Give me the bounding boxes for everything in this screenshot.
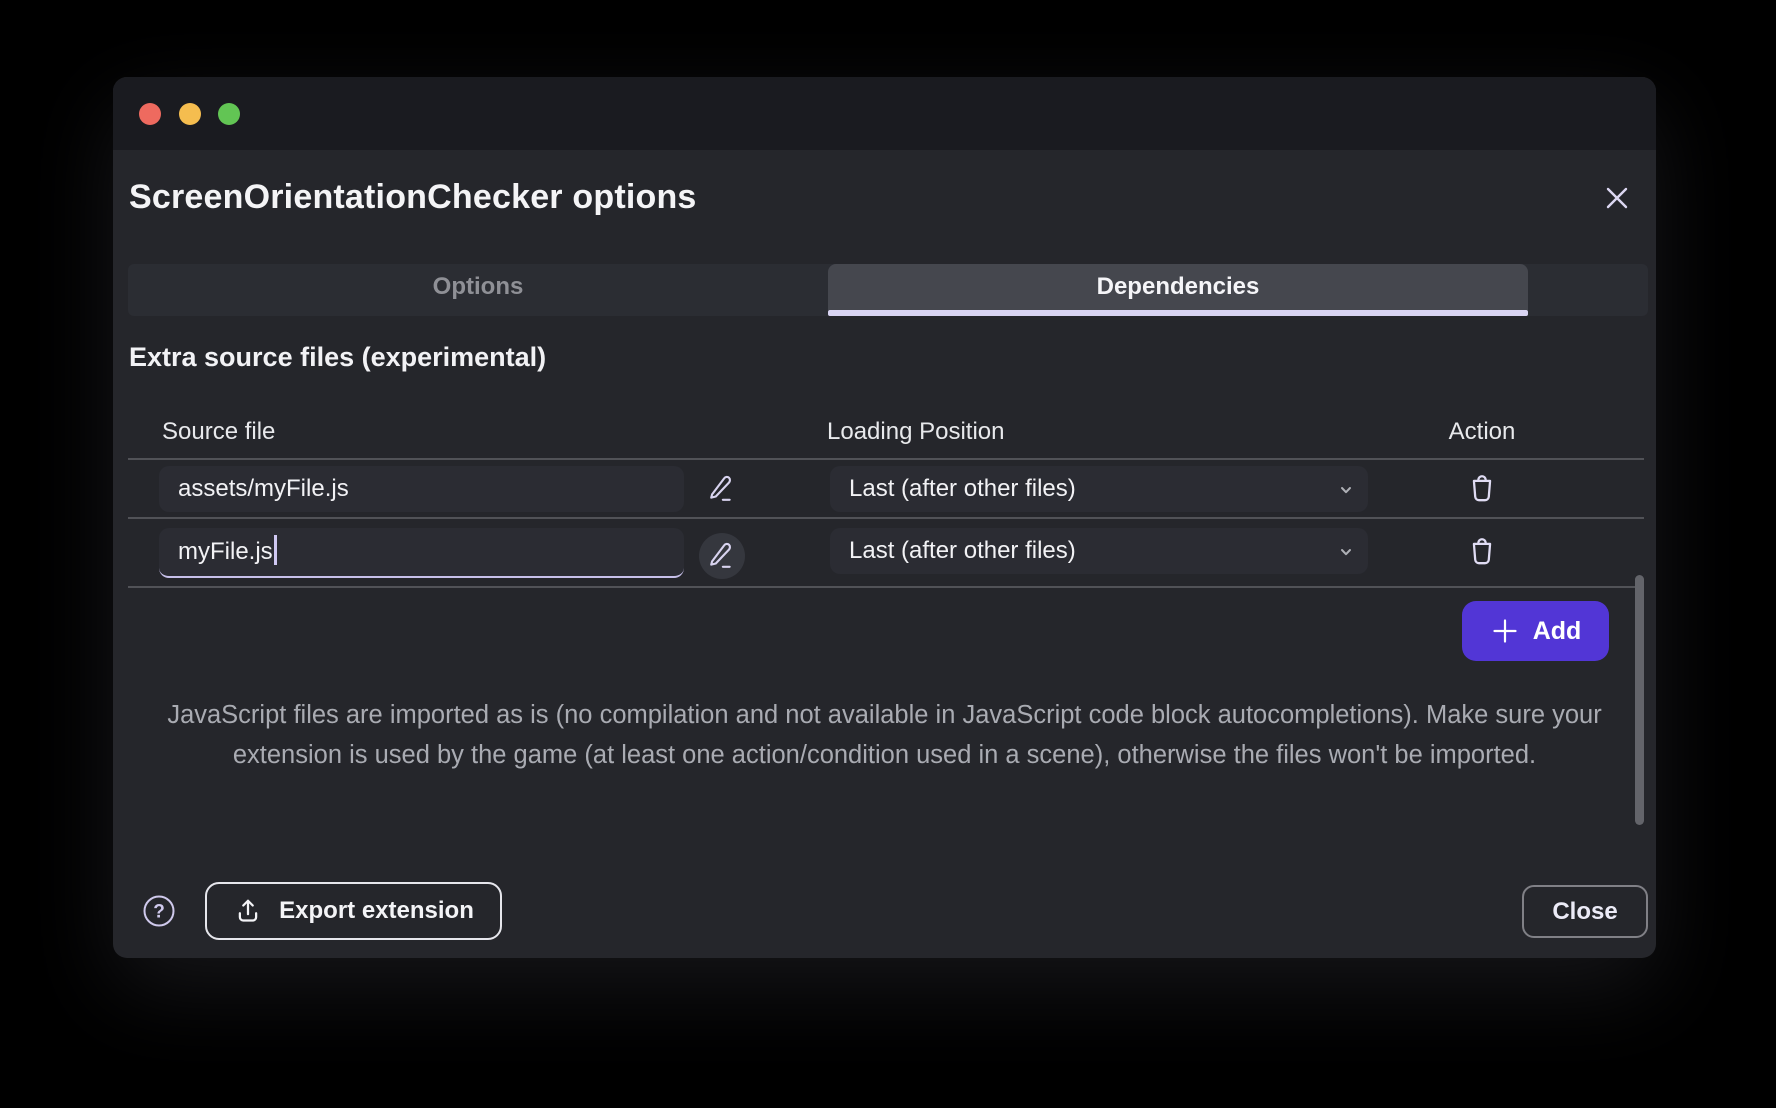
loading-position-value: Last (after other files)	[849, 475, 1076, 502]
trash-icon[interactable]	[1465, 535, 1499, 569]
loading-position-select[interactable]: Last (after other files)	[830, 528, 1368, 574]
table-header-divider	[128, 458, 1644, 460]
dialog-title: ScreenOrientationChecker options	[129, 177, 697, 217]
vertical-scrollbar-thumb[interactable]	[1635, 575, 1644, 825]
tab-options[interactable]: Options	[128, 264, 828, 310]
svg-text:?: ?	[153, 902, 165, 923]
traffic-light-minimize-icon[interactable]	[179, 103, 201, 125]
help-text: JavaScript files are imported as is (no …	[153, 695, 1616, 775]
edit-pencil-icon[interactable]	[699, 533, 745, 579]
column-header-source-file: Source file	[162, 417, 275, 447]
chevron-down-icon	[1336, 542, 1356, 562]
screen: ScreenOrientationChecker options Options…	[0, 0, 1776, 1108]
row-divider	[128, 517, 1644, 519]
row-divider	[128, 586, 1644, 588]
help-circle-icon[interactable]: ?	[142, 894, 176, 928]
traffic-light-close-icon[interactable]	[139, 103, 161, 125]
source-file-value: assets/myFile.js	[178, 475, 349, 502]
export-extension-label: Export extension	[279, 897, 474, 925]
options-dialog-window: ScreenOrientationChecker options Options…	[113, 77, 1656, 958]
source-file-value: myFile.js	[178, 538, 273, 565]
column-header-action: Action	[1407, 417, 1557, 447]
tab-dependencies[interactable]: Dependencies	[828, 264, 1528, 310]
active-tab-underline	[828, 310, 1528, 316]
plus-icon	[1490, 616, 1520, 646]
source-file-input-focused[interactable]: myFile.js	[159, 528, 684, 578]
column-header-loading-position: Loading Position	[827, 417, 1004, 447]
chevron-down-icon	[1336, 480, 1356, 500]
window-titlebar[interactable]	[113, 77, 1656, 150]
traffic-light-zoom-icon[interactable]	[218, 103, 240, 125]
section-heading: Extra source files (experimental)	[129, 340, 546, 374]
close-icon[interactable]	[1600, 181, 1634, 215]
close-button[interactable]: Close	[1522, 885, 1648, 938]
add-button[interactable]: Add	[1462, 601, 1609, 661]
loading-position-select[interactable]: Last (after other files)	[830, 466, 1368, 512]
text-cursor	[274, 535, 277, 565]
upload-icon	[233, 896, 263, 926]
add-button-label: Add	[1533, 617, 1582, 646]
loading-position-value: Last (after other files)	[849, 537, 1076, 564]
edit-pencil-icon[interactable]	[705, 472, 739, 506]
source-file-input[interactable]: assets/myFile.js	[159, 466, 684, 512]
export-extension-button[interactable]: Export extension	[205, 882, 502, 940]
close-button-label: Close	[1552, 898, 1617, 926]
trash-icon[interactable]	[1465, 472, 1499, 506]
tab-bar: Options Dependencies	[128, 264, 1648, 316]
